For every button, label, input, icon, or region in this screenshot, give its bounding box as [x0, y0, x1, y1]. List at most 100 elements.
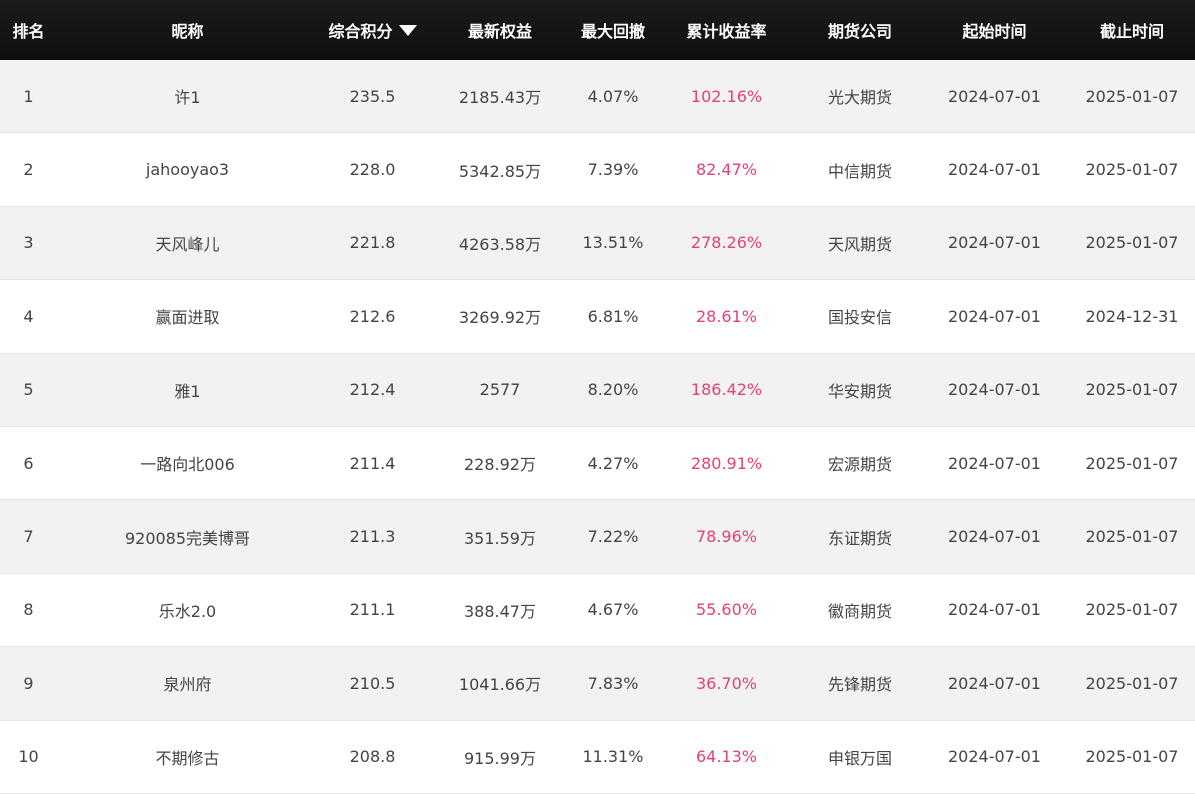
- cell-nickname: 赢面进取: [155, 308, 220, 328]
- cell-score: 208.8: [349, 747, 396, 767]
- cell-end: 2025-01-07: [1085, 600, 1179, 620]
- table-row[interactable]: 8 乐水2.0 211.1 388.47万 4.67% 55.60% 徽商期货 2024-07…: [0, 573, 1195, 648]
- header-score-sort[interactable]: 综合积分: [318, 18, 427, 42]
- cell-return: 278.26%: [690, 233, 763, 253]
- cell-equity: 228.92万: [464, 455, 536, 475]
- cell-return: 78.96%: [695, 527, 757, 547]
- header-drawdown: 最大回撤: [580, 22, 645, 41]
- table-row[interactable]: 6 一路向北006 211.4 228.92万 4.27% 280.91% 宏源期货 2024…: [0, 426, 1195, 501]
- cell-company: 国投安信: [827, 308, 892, 328]
- cell-company: 天风期货: [827, 234, 892, 254]
- cell-score: 211.1: [349, 600, 396, 620]
- cell-return: 82.47%: [695, 160, 757, 180]
- header-end: 截止时间: [1099, 22, 1164, 41]
- table-row[interactable]: 7 920085完美博哥 211.3 351.59万 7.22% 78.96% 东证期货 20…: [0, 500, 1195, 574]
- cell-equity: 388.47万: [464, 601, 536, 621]
- cell-company: 先锋期货: [827, 675, 892, 695]
- cell-return: 55.60%: [695, 600, 757, 620]
- cell-start: 2024-07-01: [948, 747, 1041, 767]
- cell-equity: 4263.58万: [458, 234, 542, 254]
- table-row[interactable]: 5 雅1 212.4 2577 8.20% 186.42% 华安期货 2024-07-01 20…: [0, 353, 1195, 427]
- header-score-label: 综合积分: [328, 22, 393, 41]
- cell-nickname: 一路向北006: [140, 455, 235, 475]
- cell-equity: 3269.92万: [458, 308, 542, 328]
- cell-return: 64.13%: [695, 747, 757, 767]
- cell-rank: 8: [23, 600, 34, 620]
- cell-return: 102.16%: [690, 86, 763, 106]
- header-rank: 排名: [12, 22, 45, 41]
- cell-equity: 1041.66万: [458, 675, 542, 695]
- cell-start: 2024-07-01: [948, 453, 1041, 473]
- cell-start: 2024-07-01: [948, 160, 1041, 180]
- cell-rank: 6: [23, 453, 34, 473]
- cell-end: 2025-01-07: [1085, 86, 1179, 106]
- header-company: 期货公司: [827, 22, 892, 41]
- cell-score: 211.3: [349, 527, 396, 547]
- cell-company: 徽商期货: [827, 601, 892, 621]
- cell-nickname: jahooyao3: [145, 160, 230, 180]
- cell-nickname: 雅1: [174, 381, 201, 401]
- cell-rank: 5: [23, 380, 34, 400]
- cell-end: 2025-01-07: [1085, 160, 1179, 180]
- cell-return: 186.42%: [690, 380, 763, 400]
- table-row[interactable]: 3 天风峰儿 221.8 4263.58万 13.51% 278.26% 天风期货 2024-…: [0, 206, 1195, 281]
- cell-equity: 2577: [479, 380, 521, 400]
- ranking-table: 排名 昵称 综合积分 最新权益 最大回撤 累计收益率 期货公司 起始时间 截止时…: [0, 0, 1195, 794]
- sort-desc-icon[interactable]: [398, 25, 417, 36]
- cell-company: 申银万国: [827, 748, 892, 768]
- cell-rank: 4: [23, 306, 34, 326]
- cell-drawdown: 11.31%: [582, 747, 644, 767]
- table-row[interactable]: 9 泉州府 210.5 1041.66万 7.83% 36.70% 先锋期货 2024-07-…: [0, 647, 1195, 721]
- cell-end: 2025-01-07: [1085, 233, 1179, 253]
- cell-equity: 351.59万: [464, 528, 536, 548]
- cell-score: 212.4: [349, 380, 396, 400]
- table-row[interactable]: 4 赢面进取 212.6 3269.92万 6.81% 28.61% 国投安信 2024-07…: [0, 280, 1195, 354]
- cell-end: 2025-01-07: [1085, 527, 1179, 547]
- table-row[interactable]: 10 不期修古 208.8 915.99万 11.31% 64.13% 申银万国 2024-0…: [0, 720, 1195, 794]
- cell-start: 2024-07-01: [948, 527, 1041, 547]
- cell-drawdown: 4.07%: [587, 86, 639, 106]
- cell-company: 宏源期货: [827, 455, 892, 475]
- cell-start: 2024-07-01: [948, 86, 1041, 106]
- header-return: 累计收益率: [686, 22, 767, 41]
- cell-return: 28.61%: [695, 306, 757, 326]
- cell-nickname: 乐水2.0: [158, 601, 217, 621]
- cell-company: 光大期货: [827, 88, 892, 108]
- cell-start: 2024-07-01: [948, 306, 1041, 326]
- cell-drawdown: 4.67%: [587, 600, 639, 620]
- cell-score: 228.0: [349, 160, 396, 180]
- cell-nickname: 泉州府: [163, 675, 212, 695]
- cell-return: 280.91%: [690, 453, 763, 473]
- table-row[interactable]: 1 许1 235.5 2185.43万 4.07% 102.16% 光大期货 2024-07-…: [0, 60, 1195, 134]
- cell-rank: 7: [23, 527, 34, 547]
- table-header: 排名 昵称 综合积分 最新权益 最大回撤 累计收益率 期货公司 起始时间 截止时…: [0, 0, 1195, 60]
- cell-return: 36.70%: [695, 673, 757, 693]
- cell-drawdown: 6.81%: [587, 306, 639, 326]
- cell-end: 2025-01-07: [1085, 673, 1179, 693]
- cell-score: 212.6: [349, 306, 396, 326]
- cell-nickname: 不期修古: [155, 748, 220, 768]
- cell-rank: 3: [23, 233, 34, 253]
- cell-drawdown: 7.83%: [587, 673, 639, 693]
- cell-end: 2025-01-07: [1085, 380, 1179, 400]
- cell-company: 东证期货: [827, 528, 892, 548]
- cell-rank: 1: [23, 86, 34, 106]
- cell-score: 211.4: [349, 453, 396, 473]
- cell-end: 2024-12-31: [1085, 306, 1179, 326]
- cell-drawdown: 7.22%: [587, 527, 639, 547]
- header-start: 起始时间: [962, 22, 1027, 41]
- cell-drawdown: 13.51%: [582, 233, 644, 253]
- cell-drawdown: 7.39%: [587, 160, 639, 180]
- cell-score: 235.5: [349, 86, 396, 106]
- cell-rank: 2: [23, 160, 34, 180]
- cell-company: 中信期货: [827, 161, 892, 181]
- header-nickname: 昵称: [171, 22, 204, 41]
- table-row[interactable]: 2 jahooyao3 228.0 5342.85万 7.39% 82.47% 中信期货 20…: [0, 133, 1195, 207]
- cell-equity: 5342.85万: [458, 161, 542, 181]
- cell-drawdown: 4.27%: [587, 453, 639, 473]
- cell-score: 210.5: [349, 673, 396, 693]
- cell-end: 2025-01-07: [1085, 747, 1179, 767]
- cell-company: 华安期货: [827, 381, 892, 401]
- cell-start: 2024-07-01: [948, 380, 1041, 400]
- cell-score: 221.8: [349, 233, 396, 253]
